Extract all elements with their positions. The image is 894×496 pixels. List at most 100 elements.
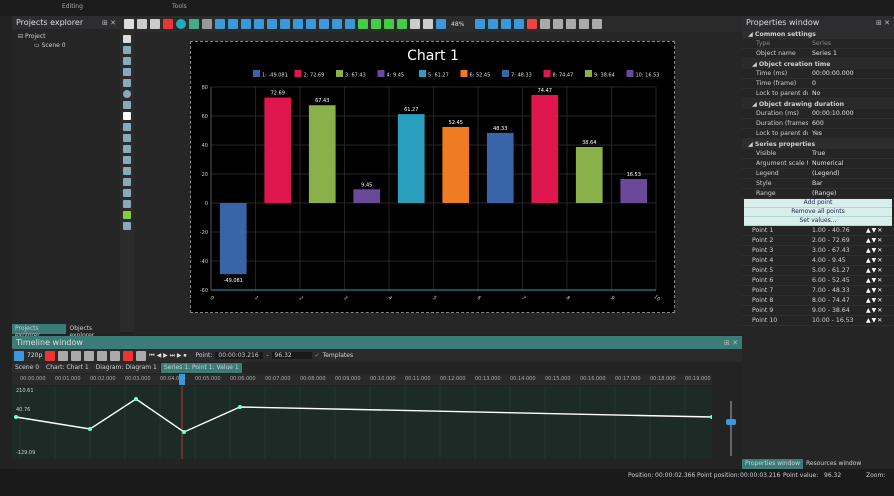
align-center-icon[interactable] — [241, 19, 251, 29]
point-row-7[interactable]: Point 7 7.00 - 48.33 ▲▼✕ — [742, 286, 894, 296]
tab-scene[interactable]: Scene 0 — [12, 363, 43, 373]
keyframe-point[interactable] — [134, 397, 138, 401]
keyframe-point[interactable] — [88, 427, 92, 431]
point-row-4[interactable]: Point 4 4.00 - 9.45 ▲▼✕ — [742, 256, 894, 266]
gear-icon[interactable] — [592, 19, 603, 29]
speech-tool-icon[interactable] — [123, 134, 131, 142]
bar[interactable] — [397, 114, 425, 203]
tab-series-point[interactable]: Series 1: Point 1: Value 1 — [160, 363, 242, 373]
curve-3-icon[interactable] — [84, 350, 95, 361]
figure-tool-icon[interactable] — [123, 167, 131, 175]
bar[interactable] — [575, 146, 603, 203]
set-values-button[interactable]: Set values... — [744, 217, 892, 226]
keyframe-icon[interactable] — [110, 350, 121, 361]
audio-tool-icon[interactable] — [123, 200, 131, 208]
distribute-icon[interactable] — [306, 19, 316, 29]
pointer-tool-icon[interactable] — [123, 35, 131, 43]
tab-chart[interactable]: Chart: Chart 1 — [43, 363, 92, 373]
tab-resources-window[interactable]: Resources window — [803, 459, 864, 469]
point-row-2[interactable]: Point 2 2.00 - 72.69 ▲▼✕ — [742, 236, 894, 246]
rect-tool-icon[interactable] — [123, 79, 131, 87]
bar[interactable] — [531, 95, 559, 203]
point-actions-icon[interactable]: ▲▼✕ — [866, 287, 894, 294]
point-row-9[interactable]: Point 9 9.00 - 38.64 ▲▼✕ — [742, 306, 894, 316]
brush-tool-icon[interactable] — [123, 57, 131, 65]
pin-close-icon[interactable]: ⊞ ✕ — [724, 339, 738, 347]
tool-grid-icon[interactable] — [540, 19, 551, 29]
move-tool-icon[interactable] — [123, 222, 131, 230]
tab-properties-window[interactable]: Properties window — [742, 459, 803, 469]
prop-arg-scale[interactable]: Argument scale typeNumerical — [742, 159, 894, 169]
prop-lock-parent-2[interactable]: Lock to parent dur.Yes — [742, 129, 894, 139]
grid-icon[interactable] — [215, 19, 225, 29]
align-right-icon[interactable] — [254, 19, 264, 29]
picture-tool-icon[interactable] — [123, 145, 131, 153]
chart-tool-icon[interactable] — [123, 211, 131, 219]
zoom-slider-handle[interactable] — [726, 419, 736, 425]
tab-objects-explorer[interactable]: Objects explorer — [66, 324, 120, 339]
snap-icon[interactable] — [475, 19, 486, 29]
copy-icon[interactable] — [137, 19, 147, 29]
redo-icon[interactable] — [202, 19, 212, 29]
play-icon[interactable] — [45, 350, 56, 361]
bar[interactable] — [353, 189, 381, 203]
pin-close-icon[interactable]: ⊞ ✕ — [876, 19, 890, 27]
tab-diagram[interactable]: Diagram: Diagram 1 — [92, 363, 160, 373]
tool-image-icon[interactable] — [579, 19, 590, 29]
keyframe-point[interactable] — [710, 415, 714, 419]
bar[interactable] — [620, 179, 648, 203]
circle-icon[interactable] — [176, 19, 186, 29]
align-top-icon[interactable] — [267, 19, 277, 29]
zoom-level[interactable]: 48% — [451, 21, 464, 28]
record-icon[interactable] — [123, 350, 134, 361]
prop-legend[interactable]: Legend (Legend) — [742, 169, 894, 179]
keyframe-point[interactable] — [14, 415, 18, 419]
transport-controls[interactable]: ⏮ ◀ ▶ ⏭ ▶ ⏹ — [149, 352, 186, 360]
point-actions-icon[interactable]: ▲▼✕ — [866, 257, 894, 264]
point-actions-icon[interactable]: ▲▼✕ — [866, 297, 894, 304]
chart-object[interactable]: Chart 1 1: -49.081 2: 72.69 3: 67.43 4: 9.4… — [190, 41, 675, 313]
line-tool-icon[interactable] — [123, 68, 131, 76]
point-time-input[interactable]: 00:00:03.216 — [215, 352, 264, 359]
image-tool-icon[interactable] — [123, 178, 131, 186]
cut-icon[interactable] — [124, 19, 134, 29]
animation-tool-icon[interactable] — [123, 156, 131, 164]
move-up-icon[interactable] — [358, 19, 368, 29]
undo-icon[interactable] — [189, 19, 199, 29]
bar[interactable] — [308, 105, 336, 203]
align-left-icon[interactable] — [228, 19, 238, 29]
paste-icon[interactable] — [150, 19, 160, 29]
prop-time-ms[interactable]: Time (ms) 00:00:00.000 — [742, 69, 894, 79]
align-bottom-icon[interactable] — [293, 19, 303, 29]
video-tool-icon[interactable] — [123, 189, 131, 197]
keyframe-point[interactable] — [182, 430, 186, 434]
prop-lock-parent[interactable]: Lock to parent dur.No — [742, 89, 894, 99]
section-series[interactable]: ◢ Series properties — [742, 139, 894, 149]
delete-icon[interactable] — [163, 19, 173, 29]
text-tool-icon[interactable] — [123, 112, 131, 120]
point-actions-icon[interactable]: ▲▼✕ — [866, 237, 894, 244]
value-curve[interactable] — [15, 398, 713, 433]
prop-visible[interactable]: Visible True — [742, 149, 894, 159]
prop-range[interactable]: Range (Range) — [742, 189, 894, 199]
tool-frame-icon[interactable] — [566, 19, 577, 29]
bar[interactable] — [486, 132, 514, 203]
bar[interactable] — [264, 97, 292, 203]
shape-tool-icon[interactable] — [123, 101, 131, 109]
ellipse-tool-icon[interactable] — [123, 90, 131, 98]
time-ruler[interactable]: 00:00.000 00:01.000 00:02.000 00:03.000 00:0… — [12, 374, 712, 385]
bar[interactable] — [442, 126, 470, 203]
menu-tab-tools[interactable]: Tools — [172, 3, 187, 10]
section-creation[interactable]: ◢ Object creation time — [742, 59, 894, 69]
tree-item-scene[interactable]: ▭ Scene 0 — [34, 42, 66, 49]
point-value-input[interactable]: 96.32 — [271, 352, 312, 359]
point-row-3[interactable]: Point 3 3.00 - 67.43 ▲▼✕ — [742, 246, 894, 256]
pen-tool-icon[interactable] — [123, 46, 131, 54]
send-back-icon[interactable] — [397, 19, 407, 29]
curve-2-icon[interactable] — [71, 350, 82, 361]
prop-time-frame[interactable]: Time (frame) 0 — [742, 79, 894, 89]
fit-icon[interactable] — [332, 19, 342, 29]
bring-front-icon[interactable] — [384, 19, 394, 29]
ruler-icon[interactable] — [501, 19, 512, 29]
keyframe-point[interactable] — [238, 405, 242, 409]
